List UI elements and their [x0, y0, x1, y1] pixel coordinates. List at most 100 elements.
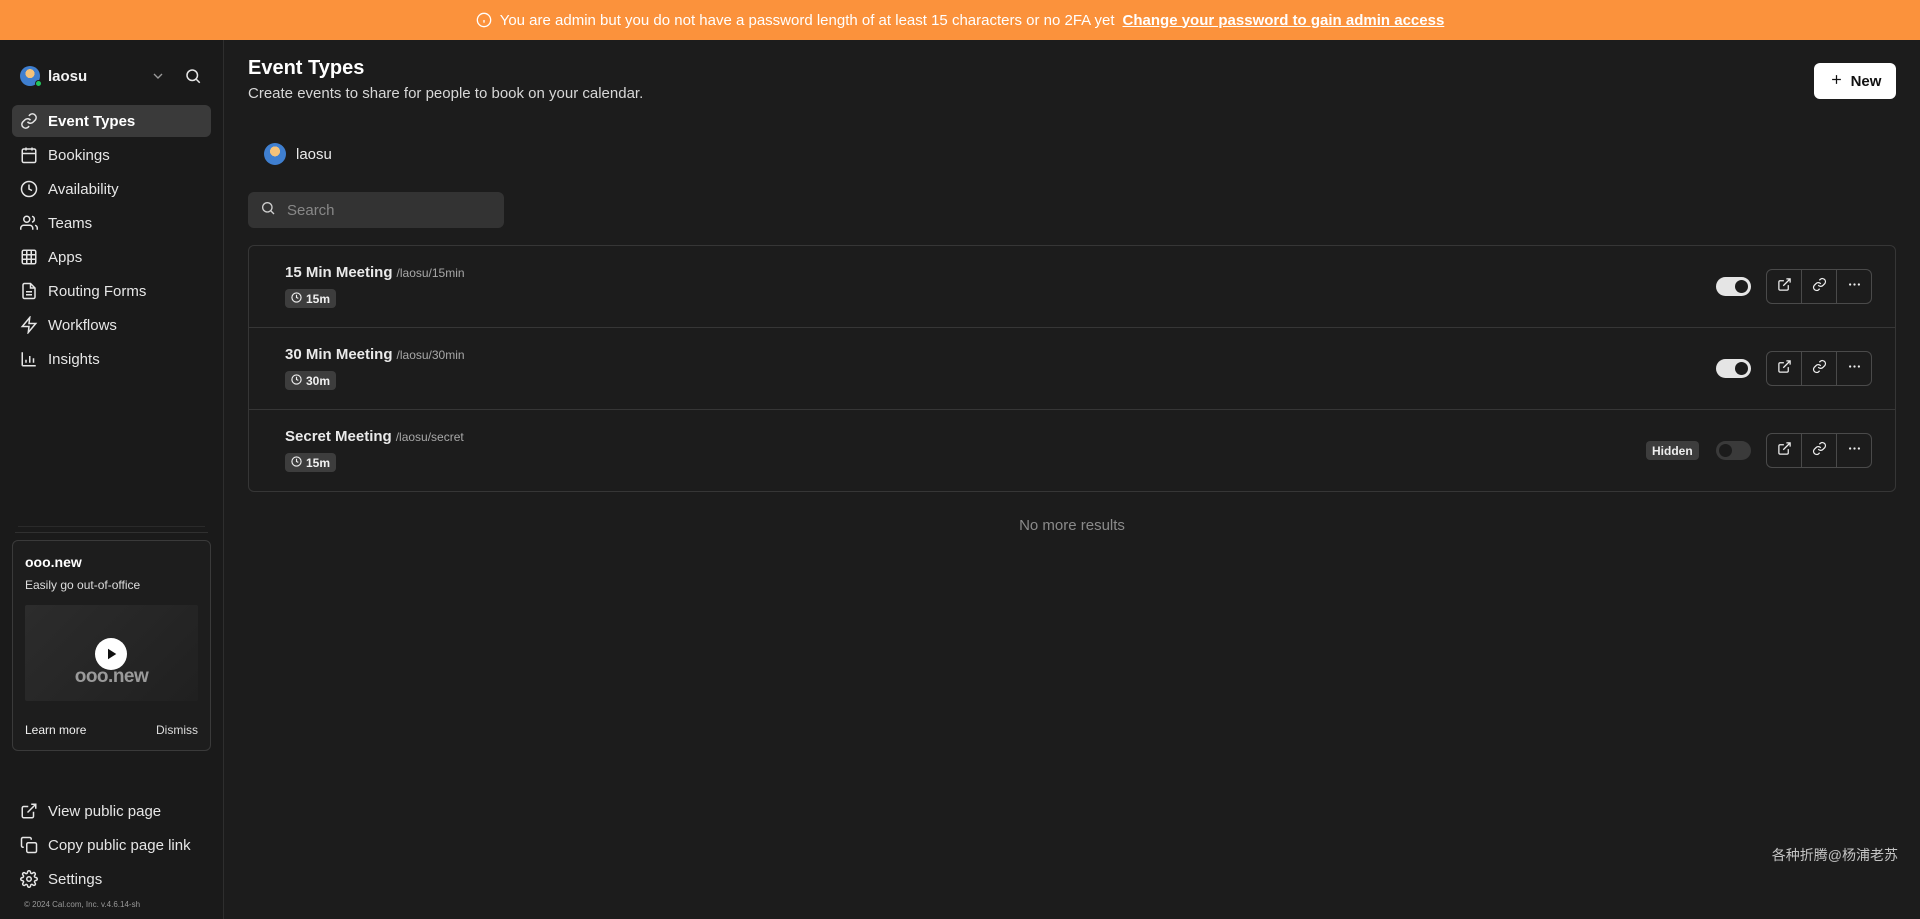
- event-type-row[interactable]: Secret Meeting /laosu/secret 15m Hidden: [249, 410, 1895, 491]
- more-options-button[interactable]: [1837, 434, 1871, 467]
- sidebar-item-label: Event Types: [48, 112, 136, 130]
- clock-icon: [291, 455, 302, 470]
- more-options-button[interactable]: [1837, 352, 1871, 385]
- view-public-page-link[interactable]: View public page: [12, 795, 211, 827]
- page-subtitle: Create events to share for people to boo…: [248, 85, 644, 102]
- plus-icon: [1829, 72, 1844, 91]
- search-input[interactable]: [287, 201, 487, 219]
- sidebar-item-insights[interactable]: Insights: [12, 343, 211, 375]
- banner-message: You are admin but you do not have a pass…: [499, 11, 1115, 29]
- preview-button[interactable]: [1767, 270, 1802, 303]
- event-type-slug: /laosu/secret: [395, 430, 464, 444]
- watermark-text: 各种折腾@杨浦老苏: [1771, 847, 1898, 863]
- promo-card: ooo.new Easily go out-of-office ooo.new …: [12, 540, 211, 751]
- promo-title: ooo.new: [25, 554, 82, 570]
- footer-item-label: Settings: [48, 870, 103, 888]
- enabled-toggle[interactable]: [1716, 441, 1751, 460]
- user-name: laosu: [48, 67, 88, 85]
- copy-link-button[interactable]: [1802, 434, 1837, 467]
- change-password-link[interactable]: Change your password to gain admin acces…: [1123, 12, 1445, 29]
- bar-chart-icon: [20, 350, 38, 368]
- no-more-results-text: No more results: [1019, 517, 1125, 534]
- settings-link[interactable]: Settings: [12, 863, 211, 895]
- footer-item-label: View public page: [48, 802, 162, 820]
- clock-icon: [20, 180, 38, 198]
- promo-video-wordmark: ooo.new: [74, 666, 149, 687]
- promo-stack-edge: [15, 532, 208, 533]
- duration-badge: 15m: [285, 453, 337, 472]
- copy-link-button[interactable]: [1802, 270, 1837, 303]
- users-icon: [20, 214, 38, 232]
- row-action-group: [1766, 269, 1872, 304]
- event-types-list: 15 Min Meeting /laosu/15min 15m 30 Min M…: [248, 245, 1896, 492]
- main-content: Event Types Create events to share for p…: [224, 40, 1920, 919]
- sidebar-item-apps[interactable]: Apps: [12, 241, 211, 273]
- sidebar-item-label: Availability: [48, 180, 119, 198]
- preview-button[interactable]: [1767, 434, 1802, 467]
- sidebar-item-teams[interactable]: Teams: [12, 207, 211, 239]
- external-link-icon: [1777, 277, 1792, 297]
- sidebar-item-bookings[interactable]: Bookings: [12, 139, 211, 171]
- hidden-badge: Hidden: [1646, 441, 1699, 460]
- user-dropdown[interactable]: laosu: [20, 62, 204, 90]
- chevron-down-icon[interactable]: [150, 68, 166, 84]
- search-box[interactable]: [248, 192, 504, 228]
- promo-video[interactable]: ooo.new: [25, 605, 198, 701]
- footer-item-label: Copy public page link: [48, 836, 191, 854]
- preview-button[interactable]: [1767, 352, 1802, 385]
- sidebar-item-label: Apps: [48, 248, 83, 266]
- duration-label: 30m: [306, 373, 331, 388]
- copy-link-button[interactable]: [1802, 352, 1837, 385]
- link-icon: [20, 112, 38, 130]
- duration-badge: 30m: [285, 371, 337, 390]
- event-type-title-group: Secret Meeting /laosu/secret: [285, 428, 464, 445]
- search-icon[interactable]: [184, 67, 202, 85]
- more-horizontal-icon: [1847, 359, 1862, 379]
- sidebar-item-event-types[interactable]: Event Types: [12, 105, 211, 137]
- profile-name: laosu: [296, 145, 332, 163]
- promo-subtitle: Easily go out-of-office: [25, 578, 141, 592]
- sidebar-nav: Event Types Bookings Availability Teams …: [12, 105, 211, 377]
- toggle-knob: [1735, 362, 1748, 375]
- link-icon: [1812, 359, 1827, 379]
- sidebar-item-label: Teams: [48, 214, 93, 232]
- online-status-dot: [35, 80, 42, 87]
- enabled-toggle[interactable]: [1716, 359, 1751, 378]
- gear-icon: [20, 870, 38, 888]
- page-title: Event Types: [248, 57, 365, 79]
- new-button-label: New: [1850, 72, 1882, 90]
- new-event-type-button[interactable]: New: [1814, 63, 1896, 99]
- copy-icon: [20, 836, 38, 854]
- event-type-row[interactable]: 15 Min Meeting /laosu/15min 15m: [249, 246, 1895, 328]
- external-link-icon: [20, 802, 38, 820]
- more-options-button[interactable]: [1837, 270, 1871, 303]
- event-type-title: 30 Min Meeting: [285, 346, 393, 363]
- learn-more-link[interactable]: Learn more: [25, 723, 86, 737]
- sidebar-item-label: Routing Forms: [48, 282, 147, 300]
- sidebar-item-availability[interactable]: Availability: [12, 173, 211, 205]
- link-icon: [1812, 277, 1827, 297]
- sidebar-footer-nav: View public page Copy public page link S…: [12, 795, 211, 897]
- sidebar-item-routing-forms[interactable]: Routing Forms: [12, 275, 211, 307]
- row-action-group: [1766, 351, 1872, 386]
- duration-label: 15m: [306, 291, 331, 306]
- sidebar-item-label: Insights: [48, 350, 100, 368]
- sidebar: laosu Event Types Bookings Availability …: [0, 40, 224, 919]
- enabled-toggle[interactable]: [1716, 277, 1751, 296]
- duration-label: 15m: [306, 455, 331, 470]
- event-type-row[interactable]: 30 Min Meeting /laosu/30min 30m: [249, 328, 1895, 410]
- dismiss-button[interactable]: Dismiss: [156, 723, 198, 737]
- avatar: [264, 143, 286, 165]
- toggle-knob: [1719, 444, 1732, 457]
- sidebar-item-label: Workflows: [48, 316, 117, 334]
- copy-public-page-link[interactable]: Copy public page link: [12, 829, 211, 861]
- sidebar-item-workflows[interactable]: Workflows: [12, 309, 211, 341]
- row-action-group: [1766, 433, 1872, 468]
- event-type-slug: /laosu/15min: [396, 266, 465, 280]
- search-icon: [260, 200, 276, 221]
- promo-stack-edge: [18, 526, 205, 527]
- clock-icon: [291, 291, 302, 306]
- clock-icon: [291, 373, 302, 388]
- info-icon: [476, 12, 492, 28]
- calendar-icon: [20, 146, 38, 164]
